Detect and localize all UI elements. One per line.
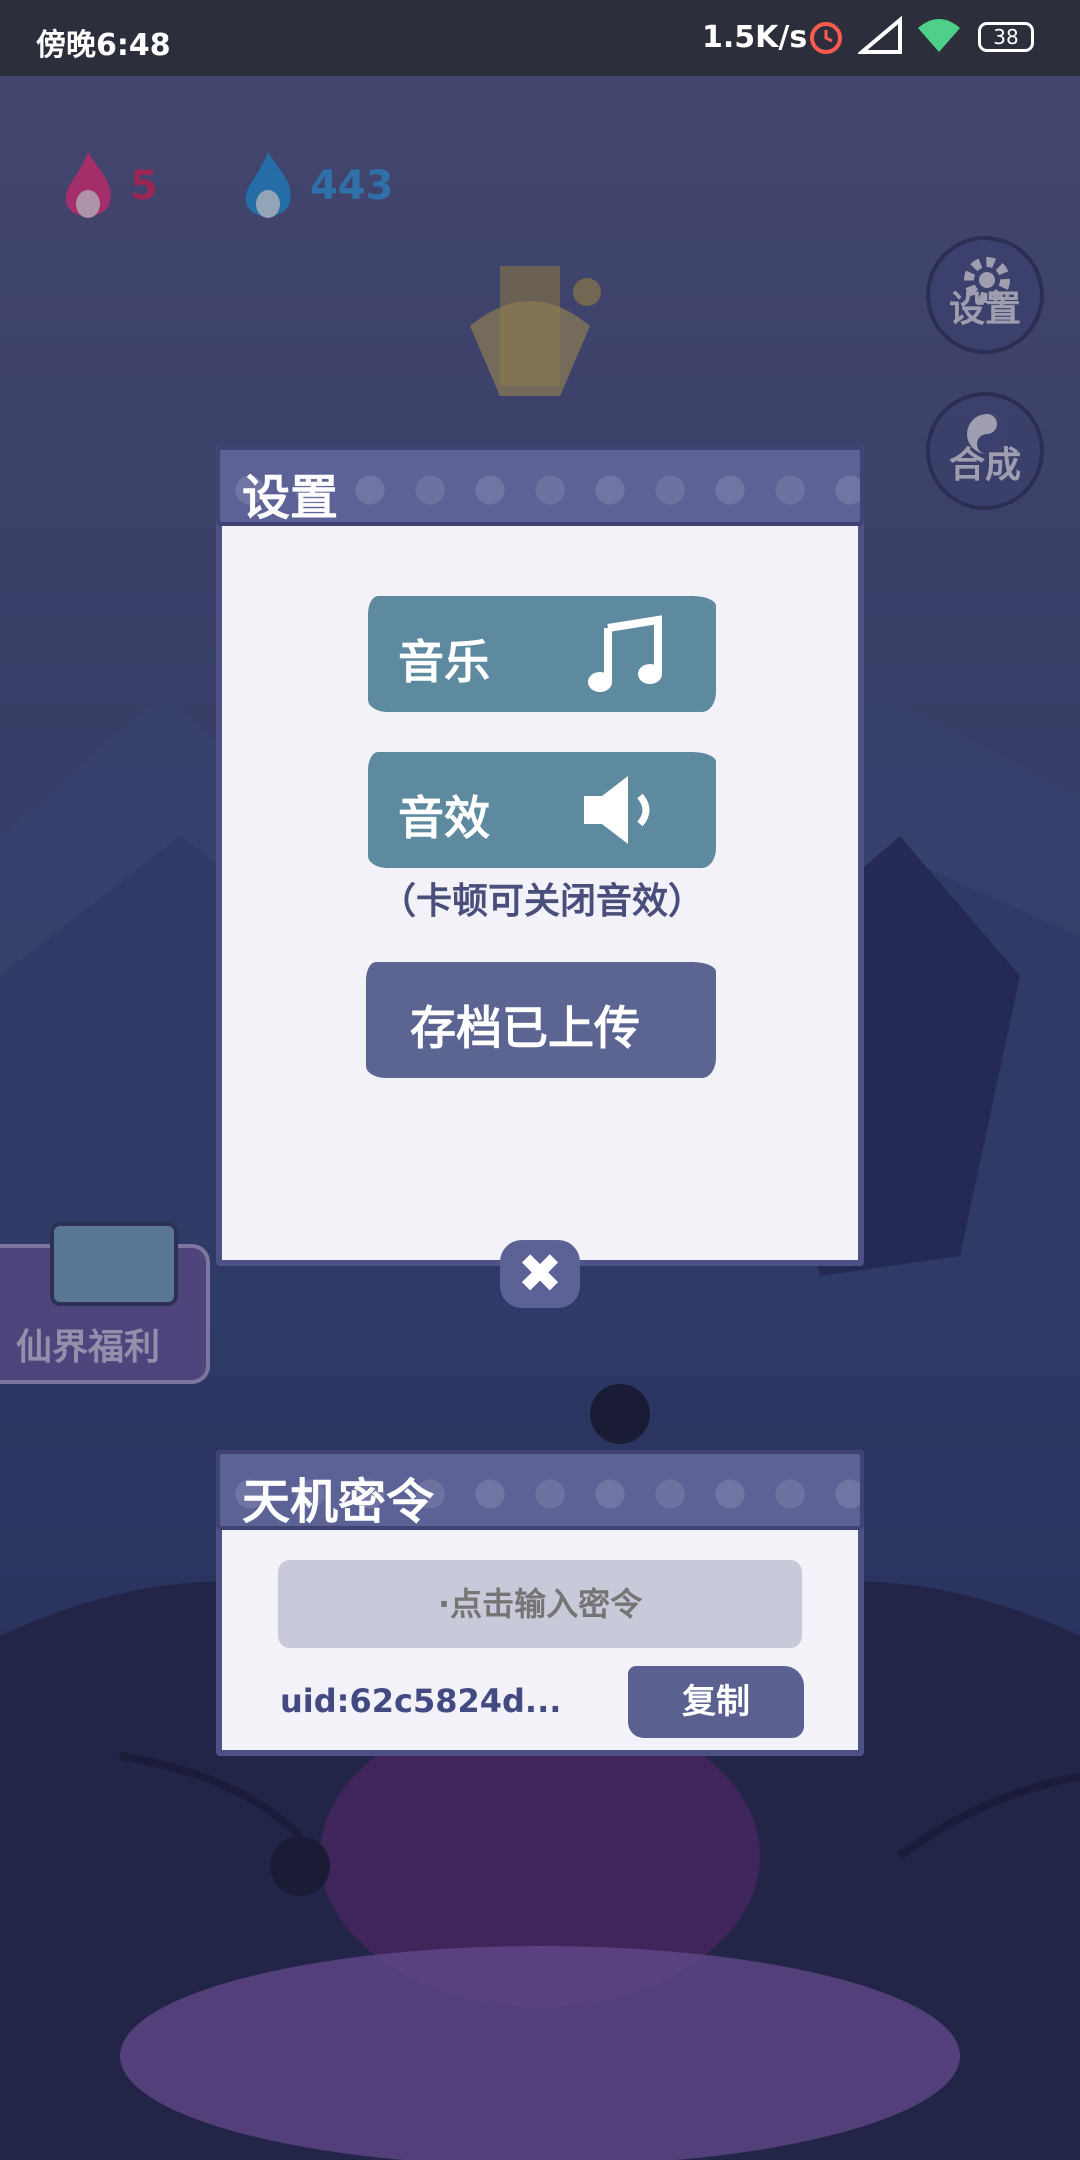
signal-icon [858,16,902,54]
battery-icon: 38 [978,22,1034,52]
settings-dialog-header: 设置 [216,446,864,526]
status-bar: 傍晚6:48 1.5K/s 38 [0,0,1080,76]
copy-button[interactable]: 复制 [628,1666,804,1738]
sound-effects-hint: （卡顿可关闭音效） [380,881,705,922]
secret-code-title: 天机密令 [242,1474,435,1530]
secret-code-input[interactable] [278,1560,802,1648]
music-toggle-button[interactable]: 音乐 [368,596,716,712]
sound-effects-toggle-button[interactable]: 音效 [368,752,716,868]
settings-dialog-title: 设置 [242,470,339,526]
uid-text: uid:62c5824d... [280,1682,562,1720]
music-label: 音乐 [398,635,490,689]
sound-effects-label: 音效 [398,791,490,845]
close-icon: ✖ [517,1242,563,1305]
wifi-icon [918,19,960,52]
music-note-icon [588,615,662,692]
network-speed: 1.5K/s [702,20,808,55]
speaker-icon [584,776,650,844]
close-button[interactable]: ✖ [500,1240,580,1308]
alarm-icon [810,22,842,54]
save-uploaded-button[interactable]: 存档已上传 [366,962,716,1078]
status-time: 傍晚6:48 [36,28,171,63]
save-uploaded-label: 存档已上传 [410,1001,640,1055]
secret-code-header: 天机密令 [216,1450,864,1530]
